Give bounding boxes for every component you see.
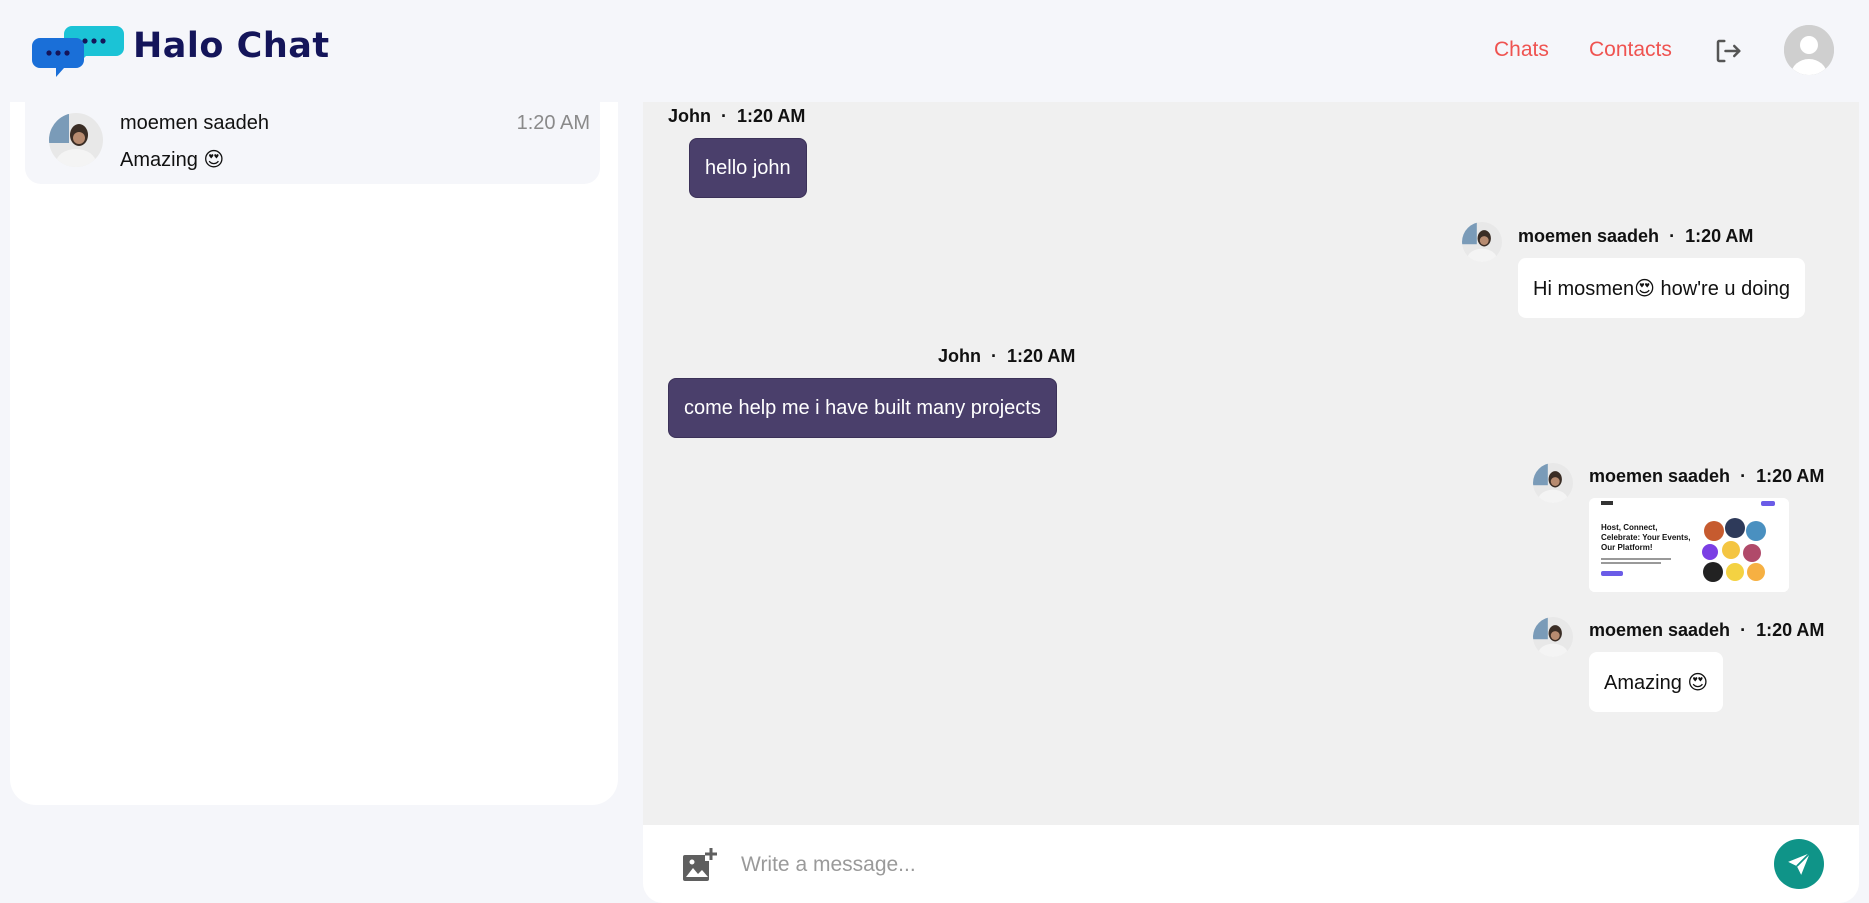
message-meta: moemen saadeh · 1:20 AM — [1589, 466, 1825, 486]
message-meta: moemen saadeh · 1:20 AM — [1589, 620, 1825, 640]
add-image-icon[interactable] — [681, 847, 717, 883]
message-meta: John · 1:20 AM — [938, 346, 1076, 366]
message-bubble: hello john — [689, 138, 807, 198]
sender-avatar — [1533, 617, 1573, 657]
chat-bubbles-icon[interactable] — [32, 22, 124, 78]
app-title: Halo Chat — [133, 26, 330, 66]
conversation-preview: Amazing 😍 — [120, 149, 225, 171]
image-attachment[interactable]: Host, Connect, Celebrate: Your Events, O… — [1589, 498, 1789, 592]
message-sender: moemen saadeh — [1589, 466, 1731, 486]
user-avatar-icon[interactable] — [1784, 25, 1834, 75]
message-composer — [643, 825, 1859, 903]
app-header: Halo Chat Chats Contacts — [0, 0, 1869, 102]
logout-icon[interactable] — [1713, 36, 1743, 66]
message-meta: moemen saadeh · 1:20 AM — [1518, 226, 1754, 246]
message-time: 1:20 AM — [1756, 466, 1825, 486]
message-bubble: Hi mosmen😍 how're u doing — [1518, 258, 1806, 318]
nav-chats-link[interactable]: Chats — [1494, 38, 1549, 62]
message-time: 1:20 AM — [737, 106, 806, 126]
sender-avatar — [1462, 222, 1502, 262]
message-meta: John · 1:20 AM — [668, 106, 806, 126]
message-sender: John — [938, 346, 981, 366]
send-button[interactable] — [1774, 839, 1824, 889]
conversation-name: moemen saadeh — [120, 112, 269, 134]
conversation-time: 1:20 AM — [516, 112, 590, 134]
nav-contacts-link[interactable]: Contacts — [1589, 38, 1672, 62]
conversation-item[interactable]: moemen saadeh 1:20 AM Amazing 😍 — [25, 102, 600, 184]
message-time: 1:20 AM — [1685, 226, 1754, 246]
message-time: 1:20 AM — [1756, 620, 1825, 640]
message-sender: moemen saadeh — [1589, 620, 1731, 640]
message-time: 1:20 AM — [1007, 346, 1076, 366]
sender-avatar — [1533, 463, 1573, 503]
message-sender: moemen saadeh — [1518, 226, 1660, 246]
contact-avatar — [49, 113, 103, 167]
message-bubble: Amazing 😍 — [1589, 652, 1724, 712]
message-input[interactable] — [741, 845, 1691, 885]
chat-panel — [643, 102, 1859, 825]
conversation-sidebar: moemen saadeh 1:20 AM Amazing 😍 — [10, 102, 618, 805]
message-bubble: come help me i have built many projects — [668, 378, 1057, 438]
message-sender: John — [668, 106, 711, 126]
send-icon — [1788, 852, 1811, 875]
